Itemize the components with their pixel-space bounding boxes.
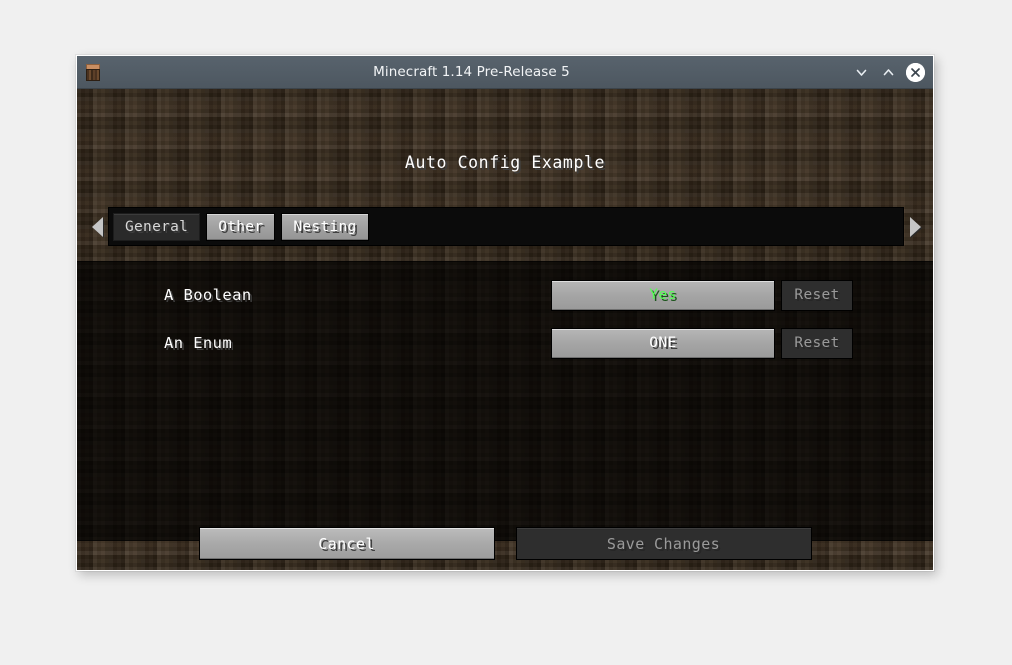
tab-general[interactable]: General <box>113 212 201 241</box>
reset-button-a-boolean[interactable]: Reset <box>781 279 853 311</box>
config-row-an-enum: An Enum ONE Reset <box>77 319 933 367</box>
chevron-down-icon[interactable] <box>852 63 871 82</box>
config-row-a-boolean: A Boolean Yes Reset <box>77 271 933 319</box>
arrow-right-icon[interactable] <box>904 207 926 246</box>
chevron-up-icon[interactable] <box>879 63 898 82</box>
page-title: Auto Config Example <box>404 153 606 172</box>
window-controls <box>852 62 925 82</box>
tab-strip: General Other Nesting <box>108 207 904 246</box>
boolean-value-button[interactable]: Yes <box>551 279 775 311</box>
minecraft-block-icon <box>84 63 103 82</box>
enum-value-button[interactable]: ONE <box>551 327 775 359</box>
window-titlebar[interactable]: Minecraft 1.14 Pre-Release 5 <box>77 56 933 89</box>
tab-other[interactable]: Other <box>206 212 276 241</box>
cancel-button[interactable]: Cancel <box>198 527 495 560</box>
reset-button-an-enum[interactable]: Reset <box>781 327 853 359</box>
minecraft-window: Minecraft 1.14 Pre-Release 5 Auto Config… <box>76 55 934 571</box>
window-title: Minecraft 1.14 Pre-Release 5 <box>373 64 570 80</box>
save-changes-button[interactable]: Save Changes <box>515 527 812 560</box>
tab-nesting-label: Nesting <box>293 218 357 235</box>
config-row-label: A Boolean <box>164 286 252 304</box>
close-icon[interactable] <box>906 62 925 82</box>
tab-other-label: Other <box>218 218 264 235</box>
tab-general-label: General <box>125 218 189 235</box>
dialog-action-bar: Cancel Save Changes <box>77 527 933 560</box>
config-entry-list: A Boolean Yes Reset An Enum ONE Reset <box>77 271 933 367</box>
desktop-background: Minecraft 1.14 Pre-Release 5 Auto Config… <box>0 0 1012 665</box>
config-row-label: An Enum <box>164 334 233 352</box>
arrow-left-icon[interactable] <box>86 207 108 246</box>
tab-bar: General Other Nesting <box>86 207 926 246</box>
minecraft-gui-screen: Auto Config Example General Other Nestin… <box>77 89 933 570</box>
tab-nesting[interactable]: Nesting <box>281 212 369 241</box>
